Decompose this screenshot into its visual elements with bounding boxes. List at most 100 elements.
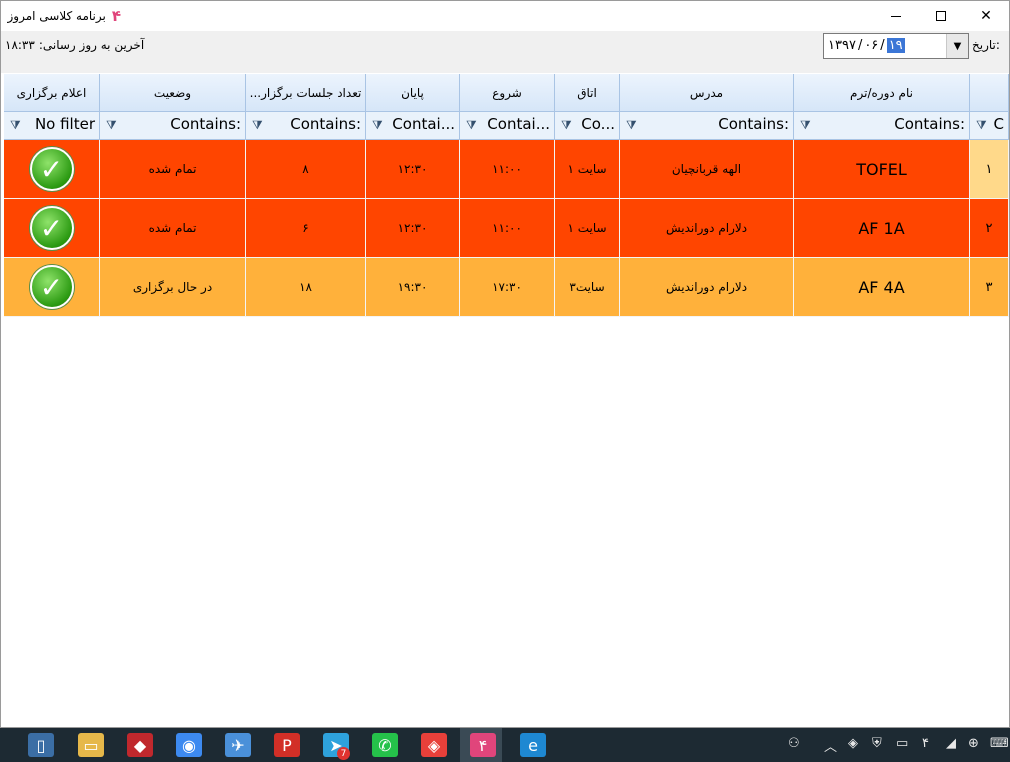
column-header-course[interactable]: نام دوره/ترم (794, 74, 970, 112)
cell-end[interactable]: ۱۲:۳۰ (366, 140, 460, 199)
app-red-icon[interactable]: ◆ (127, 733, 153, 757)
class-app-icon[interactable]: ۴ (470, 733, 496, 757)
chrome-icon[interactable]: ◉ (176, 733, 202, 757)
close-button[interactable]: ✕ (963, 1, 1009, 31)
telegram-badge: 7 (337, 747, 350, 760)
anydesk-icon[interactable]: ◈ (421, 733, 447, 757)
people-icon[interactable]: ⚇ (788, 736, 800, 751)
filter-cell-room[interactable]: ⧩ Co... (555, 112, 620, 140)
column-header-announce[interactable]: اعلام برگزاری (4, 74, 100, 112)
cell-start[interactable]: ۱۱:۰۰ (460, 140, 555, 199)
chevron-down-icon: ▼ (953, 40, 962, 52)
column-header-start[interactable]: شروع (460, 74, 555, 112)
filter-cell-rownum[interactable]: ⧩ C (970, 112, 1009, 140)
check-icon: ✓ (29, 265, 74, 309)
date-picker[interactable]: ۱۳۹۷ / ۰۶ / ۱۹ ▼ (823, 33, 969, 59)
filter-icon[interactable]: ⧩ (626, 118, 637, 133)
cell-teacher[interactable]: دلارام دوراندیش (620, 258, 794, 317)
last-update-label: آخرین به روز رسانی: (38, 38, 145, 52)
filter-cell-start[interactable]: ⧩ Contai... (460, 112, 555, 140)
cell-teacher[interactable]: دلارام دوراندیش (620, 199, 794, 258)
filter-icon[interactable]: ⧩ (466, 118, 477, 133)
cell-rownum[interactable]: ۲ (970, 199, 1009, 258)
column-header-sessions[interactable]: تعداد جلسات برگزار... (246, 74, 366, 112)
minimize-icon (891, 15, 901, 17)
cell-room[interactable]: سایت۳ (555, 258, 620, 317)
shield-icon[interactable]: ⛨ (872, 736, 882, 751)
last-update: آخرین به روز رسانی: ۱۸:۳۳ (5, 38, 144, 52)
filter-text: Contai... (392, 115, 455, 133)
column-header-rownum[interactable] (970, 74, 1009, 112)
cell-rownum[interactable]: ۱ (970, 140, 1009, 199)
column-header-end[interactable]: پایان (366, 74, 460, 112)
filter-icon[interactable]: ⧩ (800, 118, 811, 133)
column-header-status[interactable]: وضعیت (100, 74, 246, 112)
psiphon-icon[interactable]: P (274, 733, 300, 757)
filter-cell-announce[interactable]: ⧩ No filter (4, 112, 100, 140)
filter-icon[interactable]: ⧩ (10, 118, 21, 133)
filter-text: Contai... (487, 115, 550, 133)
folder-icon[interactable]: ▭ (78, 733, 104, 757)
header-area: آخرین به روز رسانی: ۱۸:۳۳ ۱۳۹۷ / ۰۶ / ۱۹… (1, 31, 1009, 73)
date-dropdown-button[interactable]: ▼ (946, 34, 968, 58)
filter-cell-sessions[interactable]: ⧩ Contains: (246, 112, 366, 140)
column-header-room[interactable]: اتاق (555, 74, 620, 112)
filter-icon[interactable]: ⧩ (976, 118, 987, 133)
chevron-up-icon[interactable]: ︿ (824, 736, 837, 755)
anydesk-tray-icon[interactable]: ◈ (848, 736, 858, 751)
filter-icon[interactable]: ⧩ (252, 118, 263, 133)
cell-rownum[interactable]: ۳ (970, 258, 1009, 317)
filter-cell-course[interactable]: ⧩ Contains: (794, 112, 970, 140)
cell-course[interactable]: TOFEL (794, 140, 970, 199)
cell-room[interactable]: سایت ۱ (555, 199, 620, 258)
filter-text: Co... (581, 115, 615, 133)
wifi-icon[interactable]: ◢ (946, 736, 956, 751)
language-icon[interactable]: ⌨ (990, 736, 1009, 751)
maximize-button[interactable] (918, 1, 964, 31)
cell-sessions[interactable]: ۶ (246, 199, 366, 258)
title-wrap: ۴ برنامه کلاسی امروز (7, 7, 121, 25)
filter-text: C (993, 115, 1004, 133)
cell-status[interactable]: تمام شده (100, 199, 246, 258)
cell-course[interactable]: AF 1A (794, 199, 970, 258)
date-separator: / (880, 38, 885, 53)
cell-sessions[interactable]: ۸ (246, 140, 366, 199)
display-icon[interactable]: ▭ (896, 736, 908, 751)
cell-sessions[interactable]: ۱۸ (246, 258, 366, 317)
network-icon[interactable]: ⊕ (968, 736, 979, 751)
column-header-teacher[interactable]: مدرس (620, 74, 794, 112)
cell-end[interactable]: ۱۲:۳۰ (366, 199, 460, 258)
cell-status[interactable]: تمام شده (100, 140, 246, 199)
close-icon: ✕ (980, 8, 992, 24)
minimize-button[interactable] (873, 1, 919, 31)
filter-icon[interactable]: ⧩ (106, 118, 117, 133)
filter-icon[interactable]: ⧩ (561, 118, 572, 133)
cell-start[interactable]: ۱۱:۰۰ (460, 199, 555, 258)
filter-cell-teacher[interactable]: ⧩ Contains: (620, 112, 794, 140)
filter-icon[interactable]: ⧩ (372, 118, 383, 133)
date-month[interactable]: ۰۶ (864, 38, 878, 53)
cell-end[interactable]: ۱۹:۳۰ (366, 258, 460, 317)
file-explorer-icon[interactable]: ▯ (28, 733, 54, 757)
app-logo-icon: ۴ (111, 7, 121, 25)
cell-start[interactable]: ۱۷:۳۰ (460, 258, 555, 317)
filter-cell-end[interactable]: ⧩ Contai... (366, 112, 460, 140)
cell-announce[interactable]: ✓ (4, 140, 100, 199)
cell-room[interactable]: سایت ۱ (555, 140, 620, 199)
cell-announce[interactable]: ✓ (4, 258, 100, 317)
cell-announce[interactable]: ✓ (4, 199, 100, 258)
cell-teacher[interactable]: الهه قربانچیان (620, 140, 794, 199)
whatsapp-icon[interactable]: ✆ (372, 733, 398, 757)
internet-explorer-icon[interactable]: e (520, 733, 546, 757)
date-day[interactable]: ۱۹ (886, 38, 905, 53)
cell-status[interactable]: در حال برگزاری (100, 258, 246, 317)
taskbar: ▯ ▭ ◆ ◉ ✈ P ➤ ✆ ◈ ۴ e ⚇ ︿ ◈ ⛨ ▭ ۴ ◢ ⊕ ⌨ 7 (0, 728, 1010, 762)
last-update-value: ۱۸:۳۳ (5, 38, 35, 52)
date-year[interactable]: ۱۳۹۷ (828, 38, 856, 53)
filter-cell-status[interactable]: ⧩ Contains: (100, 112, 246, 140)
bird-app-icon[interactable]: ✈ (225, 733, 251, 757)
window-title: برنامه کلاسی امروز (7, 9, 106, 23)
class-app-tray-icon[interactable]: ۴ (922, 736, 929, 751)
date-label: تاریخ: (972, 38, 1000, 52)
cell-course[interactable]: AF 4A (794, 258, 970, 317)
